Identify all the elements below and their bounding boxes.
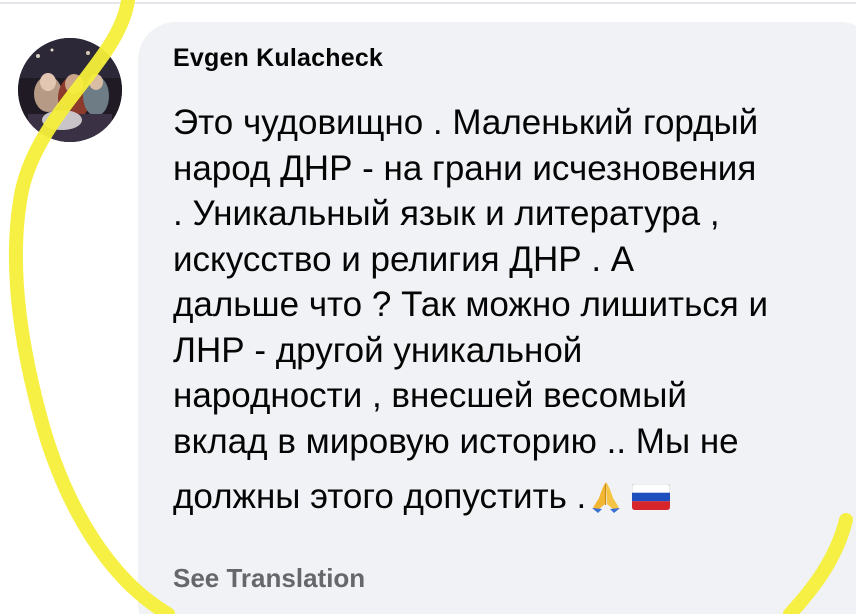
comment-line: ЛНР - другой уникальной	[173, 330, 583, 370]
comment-line-last: должны этого допустить .	[173, 470, 853, 520]
see-translation-link[interactable]: See Translation	[173, 563, 365, 594]
comment-line: народности , внесшей весомый	[173, 376, 687, 415]
comment-screenshot: Evgen Kulacheck Это чудовищно . Маленьки…	[0, 0, 856, 614]
russia-flag-icon	[631, 476, 671, 511]
comment-text: Это чудовищно . Маленький гордый народ Д…	[173, 100, 853, 520]
folded-hands-icon	[586, 476, 626, 514]
comment-line: дальше что ? Так можно лишиться и	[173, 285, 769, 324]
avatar[interactable]	[18, 38, 122, 142]
divider	[0, 2, 856, 4]
comment-line: искусство и религия ДНР . А	[173, 239, 635, 279]
avatar-image	[18, 38, 122, 142]
comment-line: Это чудовищно . Маленький гордый	[173, 103, 759, 142]
comment-author-name[interactable]: Evgen Kulacheck	[173, 44, 383, 73]
comment-line: должны этого допустить .	[173, 477, 587, 516]
comment-line: вклад в мировую историю .. Мы не	[173, 421, 739, 461]
comment-line: народ ДНР - на грани исчезновения	[173, 148, 757, 188]
comment-line: . Уникальный язык и литература ,	[173, 194, 720, 233]
